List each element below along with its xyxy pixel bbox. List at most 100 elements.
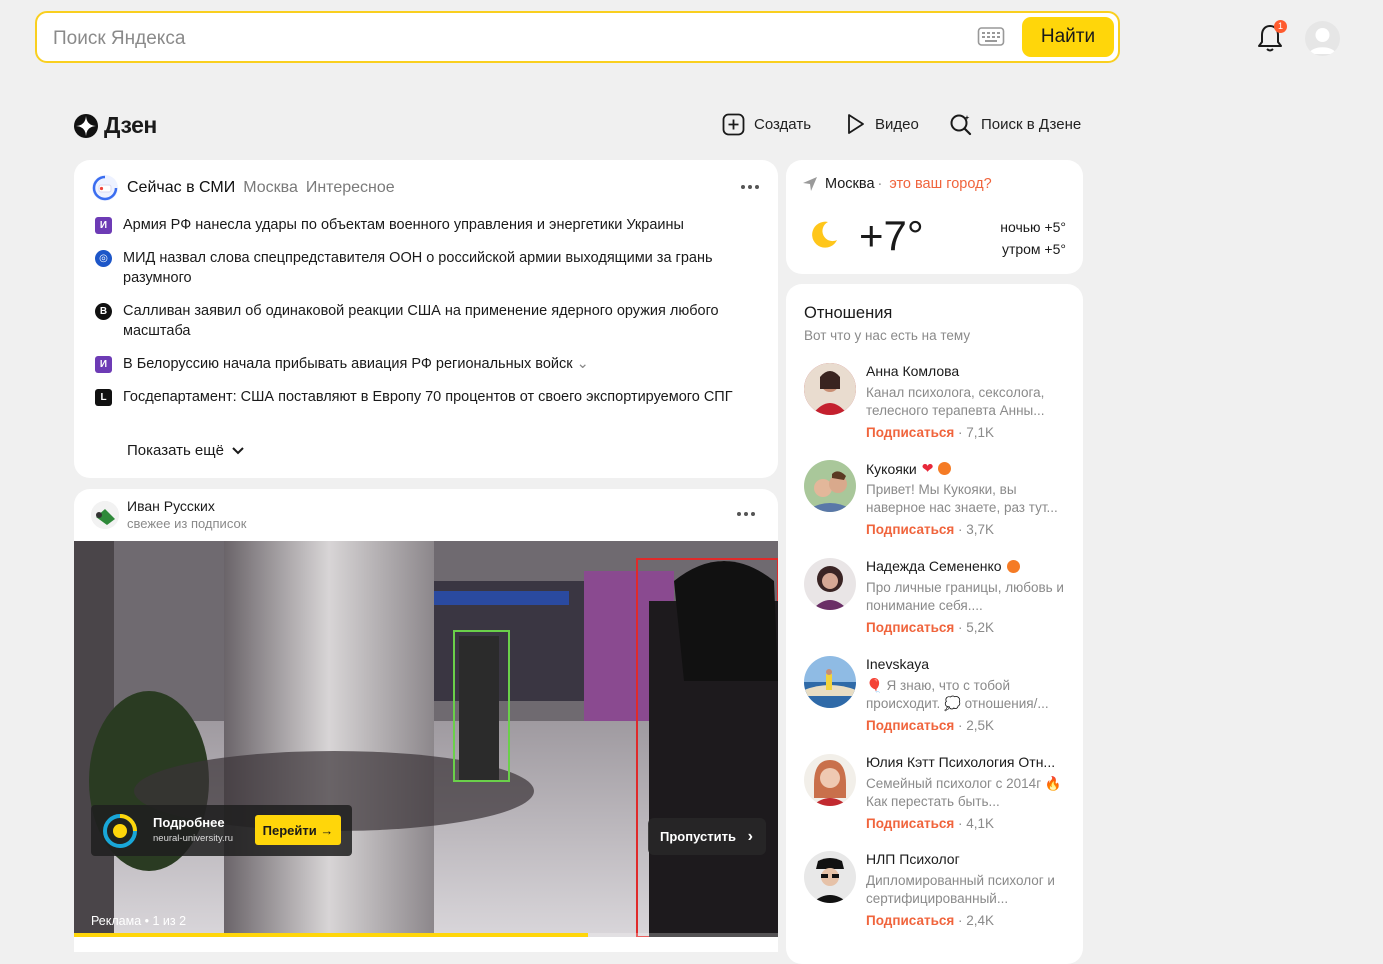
show-more-button[interactable]: Показать ещё — [127, 442, 244, 459]
channel-name[interactable]: НЛП Психолог — [866, 851, 1071, 867]
post-card: Иван Русских свежее из подписок Подробне… — [74, 489, 778, 952]
weather-temperature: +7° — [859, 212, 924, 259]
weather-forecast: ночью +5° утром +5° — [1000, 216, 1066, 260]
location-arrow-icon — [803, 177, 817, 191]
search-input[interactable] — [51, 25, 955, 53]
channel-avatar[interactable] — [804, 754, 856, 806]
news-item-text: Госдепартамент: США поставляют в Европу … — [123, 389, 733, 405]
author-avatar[interactable] — [91, 501, 119, 529]
search-box: Найти — [35, 11, 1120, 63]
channel-name[interactable]: Кукояки ❤ — [866, 460, 1071, 477]
ad-url: neural-university.ru — [153, 833, 234, 844]
dzen-logo-icon — [74, 113, 98, 138]
search-button[interactable]: Найти — [1022, 17, 1114, 57]
skip-label: Пропустить — [660, 829, 736, 844]
channel-footer: Подписаться · 4,1K — [866, 816, 995, 831]
channel-item[interactable]: Юлия Кэтт Психология Отн... Семейный пси… — [804, 754, 1074, 844]
post-more-menu-icon[interactable] — [737, 512, 759, 518]
channel-item[interactable]: Анна Комлова Канал психолога, сексолога,… — [804, 363, 1074, 453]
news-tab-moscow[interactable]: Москва — [243, 179, 298, 197]
create-label: Создать — [754, 116, 812, 133]
chevron-down-icon[interactable]: ⌄ — [577, 356, 589, 372]
subscriber-count: 7,1K — [966, 425, 995, 440]
weather-location[interactable]: Москва · это ваш город? — [802, 176, 992, 192]
subscribe-button[interactable]: Подписаться — [866, 718, 954, 733]
dzen-search-label: Поиск в Дзене — [981, 116, 1082, 133]
channel-avatar[interactable] — [804, 656, 856, 708]
notification-badge: 1 — [1274, 20, 1287, 33]
channel-item[interactable]: Inevskaya 🎈 Я знаю, что с тобой происход… — [804, 656, 1074, 746]
channel-description: Привет! Мы Кукояки, вы наверное нас знае… — [866, 482, 1058, 515]
channel-name[interactable]: Анна Комлова — [866, 363, 1071, 379]
channel-avatar-image — [804, 460, 856, 512]
channel-avatar[interactable] — [804, 460, 856, 512]
keyboard-icon[interactable] — [977, 26, 1007, 48]
subscribe-button[interactable]: Подписаться — [866, 620, 954, 635]
izvestia-icon: И — [95, 356, 112, 373]
video-link[interactable]: Видео — [846, 113, 919, 135]
subscriber-count: 3,7K — [966, 522, 995, 537]
news-title[interactable]: Сейчас в СМИ — [127, 179, 235, 197]
channel-avatar-image — [804, 363, 856, 415]
channel-avatar-image — [804, 558, 856, 610]
lenta-icon: L — [95, 389, 112, 406]
heart-icon: ❤ — [921, 460, 934, 476]
subscribe-button[interactable]: Подписаться — [866, 522, 954, 537]
channel-description: 🎈 Я знаю, что с тобой происходит. 💭 отно… — [866, 678, 1049, 711]
news-item-text: Салливан заявил об одинаковой реакции СШ… — [123, 303, 719, 339]
channel-name[interactable]: Юлия Кэтт Психология Отн... — [866, 754, 1071, 770]
channel-avatar[interactable] — [804, 558, 856, 610]
channel-item[interactable]: НЛП Психолог Дипломированный психолог и … — [804, 851, 1074, 941]
ad-box[interactable]: Подробнее neural-university.ru Перейти → — [91, 805, 352, 856]
create-link[interactable]: Создать — [722, 113, 811, 136]
weather-night: ночью +5° — [1000, 219, 1066, 235]
news-item[interactable]: В Салливан заявил об одинаковой реакции … — [95, 301, 755, 341]
ad-counter-label: Реклама • 1 из 2 — [91, 914, 187, 928]
izvestia-icon: И — [95, 217, 112, 234]
verified-icon — [1006, 559, 1020, 573]
user-silhouette-icon — [1309, 28, 1336, 54]
video-icon — [848, 114, 864, 134]
city-question-link[interactable]: это ваш город? — [889, 176, 991, 192]
post-subtitle: свежее из подписок — [127, 516, 247, 531]
channel-footer: Подписаться · 3,7K — [866, 522, 995, 537]
news-more-menu-icon[interactable] — [741, 185, 763, 191]
search-dzen-icon — [950, 114, 972, 136]
channel-avatar-image — [804, 754, 856, 806]
user-avatar[interactable] — [1305, 21, 1340, 56]
news-tab-interesting[interactable]: Интересное — [306, 179, 395, 197]
news-item-text: Армия РФ нанесла удары по объектам военн… — [123, 217, 684, 233]
channel-item[interactable]: Надежда Семененко Про личные границы, лю… — [804, 558, 1074, 648]
news-item-text: В Белоруссию начала прибывать авиация РФ… — [123, 356, 589, 372]
arrow-right-icon: → — [320, 822, 334, 838]
news-list: И Армия РФ нанесла удары по объектам вое… — [95, 215, 755, 420]
news-item[interactable]: L Госдепартамент: США поставляют в Европ… — [95, 387, 755, 407]
channel-avatar-image — [804, 656, 856, 708]
subscriber-count: 2,5K — [966, 718, 995, 733]
separator-dot: · — [877, 176, 883, 192]
news-item[interactable]: И В Белоруссию начала прибывать авиация … — [95, 354, 755, 374]
news-header: Сейчас в СМИ Москва Интересное — [91, 174, 395, 202]
skip-ad-button[interactable]: Пропустить › — [648, 818, 766, 855]
ad-go-button[interactable]: Перейти → — [255, 815, 341, 845]
video-player[interactable]: Подробнее neural-university.ru Перейти →… — [74, 541, 778, 937]
channel-item[interactable]: Кукояки ❤ Привет! Мы Кукояки, вы наверно… — [804, 460, 1074, 550]
ad-logo-icon — [103, 814, 137, 848]
dzen-search-link[interactable]: Поиск в Дзене — [949, 113, 1081, 136]
channel-name[interactable]: Inevskaya — [866, 656, 1071, 672]
channel-avatar[interactable] — [804, 363, 856, 415]
subscribe-button[interactable]: Подписаться — [866, 913, 954, 928]
post-author[interactable]: Иван Русских — [127, 498, 215, 514]
moon-icon — [812, 221, 837, 248]
ad-progress-bar — [74, 933, 778, 937]
show-more-label: Показать ещё — [127, 442, 224, 459]
channel-avatar[interactable] — [804, 851, 856, 903]
subscribe-button[interactable]: Подписаться — [866, 816, 954, 831]
news-item[interactable]: И Армия РФ нанесла удары по объектам вое… — [95, 215, 755, 235]
subscribe-button[interactable]: Подписаться — [866, 425, 954, 440]
news-item[interactable]: ◎ МИД назвал слова спецпредставителя ООН… — [95, 248, 755, 288]
dzen-logo[interactable]: Дзен — [74, 112, 157, 139]
channel-name[interactable]: Надежда Семененко — [866, 558, 1071, 574]
channel-description: Семейный психолог с 2014г 🔥 Как перестат… — [866, 776, 1062, 809]
vedomosti-icon: В — [95, 303, 112, 320]
